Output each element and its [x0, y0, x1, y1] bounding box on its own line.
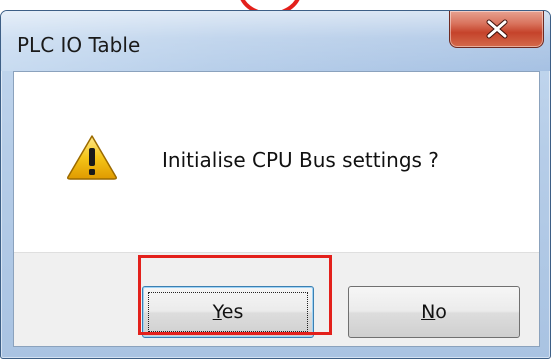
title-bar[interactable]: PLC IO Table [1, 11, 550, 71]
no-button[interactable]: No [348, 286, 520, 338]
close-button[interactable] [449, 11, 544, 48]
close-icon [486, 19, 507, 39]
message-text: Initialise CPU Bus settings ? [162, 148, 439, 172]
screenshot-stage: PLC IO Table Initialise CPU Bus settings… [0, 0, 553, 361]
window-title: PLC IO Table [17, 33, 141, 57]
message-area: Initialise CPU Bus settings ? [14, 72, 539, 252]
warning-icon [67, 135, 117, 180]
annotation-highlight-yes [138, 255, 332, 335]
no-button-label: No [421, 301, 447, 323]
